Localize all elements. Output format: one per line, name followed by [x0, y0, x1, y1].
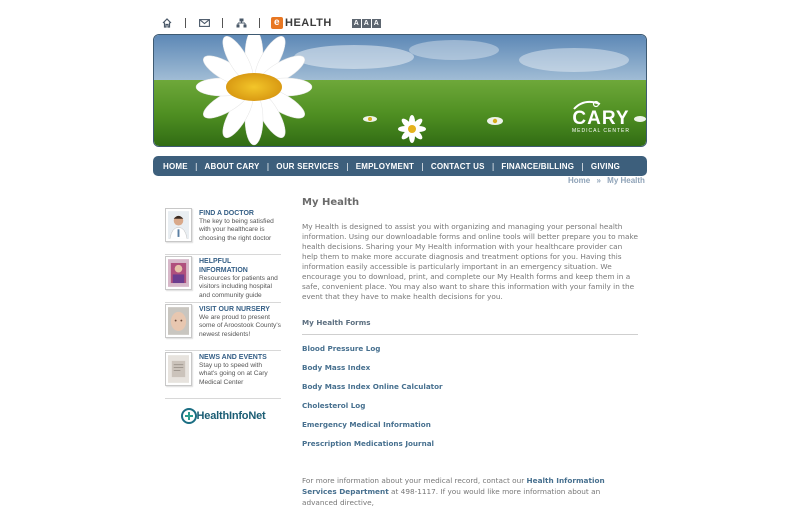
- form-link-bmi-calculator[interactable]: Body Mass Index Online Calculator: [302, 382, 638, 401]
- page-title: My Health: [302, 197, 360, 208]
- nav-separator: |: [581, 161, 584, 171]
- cary-logo[interactable]: CARY MEDICAL CENTER: [572, 100, 630, 134]
- breadcrumb-separator: »: [596, 176, 601, 185]
- text-size-small-button[interactable]: A: [351, 18, 361, 28]
- sidebar-item-desc: The key to being satisfied with your hea…: [199, 218, 274, 242]
- healthinfonet-logo[interactable]: HealthInfoNet: [165, 407, 281, 425]
- breadcrumb-home-link[interactable]: Home: [568, 176, 590, 185]
- sidebar-item-visit-our-nursery[interactable]: VISIT OUR NURSERY We are proud to presen…: [165, 303, 281, 351]
- healthinfonet-text: HealthInfoNet: [196, 410, 266, 422]
- forms-list: Blood Pressure Log Body Mass Index Body …: [302, 344, 638, 458]
- divider: [259, 18, 260, 28]
- ehealth-label: HEALTH: [285, 17, 332, 29]
- header-banner: CARY MEDICAL CENTER: [153, 34, 647, 147]
- nav-item-our-services[interactable]: OUR SERVICES: [276, 162, 339, 171]
- news-photo: [165, 352, 192, 386]
- nav-item-contact-us[interactable]: CONTACT US: [431, 162, 485, 171]
- nav-item-home[interactable]: HOME: [163, 162, 188, 171]
- home-icon[interactable]: [160, 16, 174, 30]
- sidebar: FIND A DOCTOR The key to being satisfied…: [165, 207, 281, 425]
- intro-paragraph: My Health is designed to assist you with…: [302, 222, 638, 301]
- nav-separator: |: [266, 161, 270, 171]
- nav-separator: |: [345, 161, 349, 171]
- mail-icon[interactable]: [197, 16, 211, 30]
- sidebar-item-title: VISIT OUR NURSERY: [199, 306, 270, 313]
- nav-separator: |: [421, 161, 424, 171]
- nav-item-about-cary[interactable]: ABOUT CARY: [205, 162, 260, 171]
- nav-item-finance-billing[interactable]: FINANCE/BILLING: [501, 162, 574, 171]
- utility-bar: e HEALTH A A A: [160, 15, 381, 31]
- cary-logo-subtitle: MEDICAL CENTER: [572, 128, 630, 134]
- breadcrumb: Home » My Health: [568, 176, 645, 185]
- ehealth-link[interactable]: e HEALTH: [271, 17, 332, 29]
- cary-logo-word: CARY: [572, 108, 630, 129]
- sitemap-icon[interactable]: [234, 16, 248, 30]
- more-info-paragraph: For more information about your medical …: [302, 475, 638, 508]
- divider: [185, 18, 186, 28]
- form-link-blood-pressure-log[interactable]: Blood Pressure Log: [302, 344, 638, 363]
- form-link-body-mass-index[interactable]: Body Mass Index: [302, 363, 638, 382]
- nav-separator: |: [491, 161, 495, 171]
- nav-item-giving[interactable]: GIVING: [591, 162, 620, 171]
- sidebar-item-news-and-events[interactable]: NEWS AND EVENTS Stay up to speed with wh…: [165, 351, 281, 399]
- sidebar-item-desc: Resources for patients and visitors incl…: [199, 275, 278, 299]
- ehealth-badge: e: [271, 17, 283, 29]
- sidebar-item-title: HELPFUL INFORMATION: [199, 258, 248, 274]
- sidebar-item-helpful-information[interactable]: HELPFUL INFORMATION Resources for patien…: [165, 255, 281, 303]
- more-info-text: For more information about your medical …: [302, 476, 527, 485]
- healthinfonet-icon: [180, 408, 197, 424]
- sidebar-item-title: FIND A DOCTOR: [199, 210, 254, 217]
- sidebar-item-title: NEWS AND EVENTS: [199, 354, 267, 361]
- text-size-medium-button[interactable]: A: [361, 18, 371, 28]
- nav-separator: |: [194, 161, 198, 171]
- nursery-photo: [165, 304, 192, 338]
- nav-item-employment[interactable]: EMPLOYMENT: [356, 162, 414, 171]
- text-size-large-button[interactable]: A: [371, 18, 381, 28]
- form-link-emergency-medical-information[interactable]: Emergency Medical Information: [302, 420, 638, 439]
- forms-heading: My Health Forms: [302, 318, 638, 335]
- main-content: My Health My Health is designed to assis…: [302, 197, 638, 508]
- text-size-controls: A A A: [351, 18, 381, 28]
- divider: [222, 18, 223, 28]
- sidebar-item-desc: Stay up to speed with what's going on at…: [199, 362, 268, 386]
- helpful-info-photo: [165, 256, 192, 290]
- form-link-cholesterol-log[interactable]: Cholesterol Log: [302, 401, 638, 420]
- form-link-prescription-medications-journal[interactable]: Prescription Medications Journal: [302, 439, 638, 458]
- sidebar-item-desc: We are proud to present some of Aroostoo…: [199, 314, 281, 338]
- breadcrumb-current: My Health: [607, 176, 645, 185]
- doctor-photo: [165, 208, 192, 242]
- main-nav: HOME | ABOUT CARY | OUR SERVICES | EMPLO…: [153, 156, 647, 176]
- sidebar-item-find-a-doctor[interactable]: FIND A DOCTOR The key to being satisfied…: [165, 207, 281, 255]
